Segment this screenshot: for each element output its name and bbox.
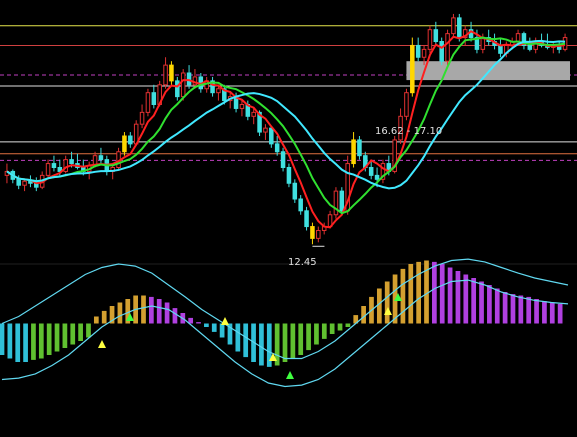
candle-body — [175, 80, 180, 98]
candle-body — [186, 72, 192, 86]
candle-body — [316, 230, 321, 239]
indicator-histogram — [0, 260, 563, 367]
candle-body — [457, 17, 462, 39]
candle-body — [45, 163, 51, 176]
candle-body — [310, 226, 315, 239]
candle-body — [180, 72, 186, 98]
candle-body — [263, 127, 268, 133]
candle-body — [286, 167, 292, 184]
candle-body — [451, 17, 456, 35]
candle-body — [357, 139, 362, 157]
sell-signal-marker — [286, 371, 294, 379]
candle-body — [368, 167, 374, 176]
candle-body — [269, 127, 274, 145]
candle-body — [22, 180, 27, 186]
price-band-label: 16.62 - 17.10 — [375, 126, 443, 137]
candle-body — [151, 92, 157, 105]
candle-body — [216, 88, 221, 94]
candle-body — [163, 64, 168, 86]
candle-body — [404, 92, 409, 117]
candle-body — [433, 29, 439, 42]
candle-body — [145, 92, 151, 113]
candle-body — [527, 44, 533, 50]
candle-body — [274, 143, 280, 153]
candle-body — [98, 155, 104, 161]
candle-body — [128, 135, 133, 145]
candle-body — [427, 29, 433, 50]
candle-body — [51, 163, 57, 168]
low-price-label: 12.45 — [288, 257, 317, 268]
band-rect — [406, 61, 570, 81]
candle-body — [251, 111, 256, 117]
buy-signal-marker — [221, 317, 229, 325]
candle-body — [421, 48, 427, 58]
candle-body — [304, 210, 309, 228]
candle-body — [445, 33, 450, 62]
candle-body — [439, 41, 444, 62]
candle-body — [169, 64, 174, 82]
candle-body — [16, 178, 21, 186]
candle-body — [410, 44, 415, 94]
candle-body — [298, 198, 303, 212]
candle-body — [69, 159, 74, 165]
price-level-lines — [0, 25, 577, 161]
moving-averages — [6, 30, 566, 229]
candle-body — [280, 151, 286, 168]
buy-signal-marker — [98, 340, 106, 348]
candle-body — [374, 174, 380, 180]
candle-body — [498, 44, 503, 54]
candle-body — [515, 33, 521, 42]
candle-body — [139, 111, 145, 125]
stock-chart — [0, 13, 577, 388]
candle-body — [351, 139, 356, 165]
price-band — [406, 61, 570, 81]
candle-body — [339, 190, 345, 212]
candle-body — [292, 182, 298, 200]
candle-body — [415, 44, 421, 58]
candle-body — [122, 135, 127, 153]
candle-body — [333, 190, 339, 216]
candle-body — [239, 104, 245, 109]
